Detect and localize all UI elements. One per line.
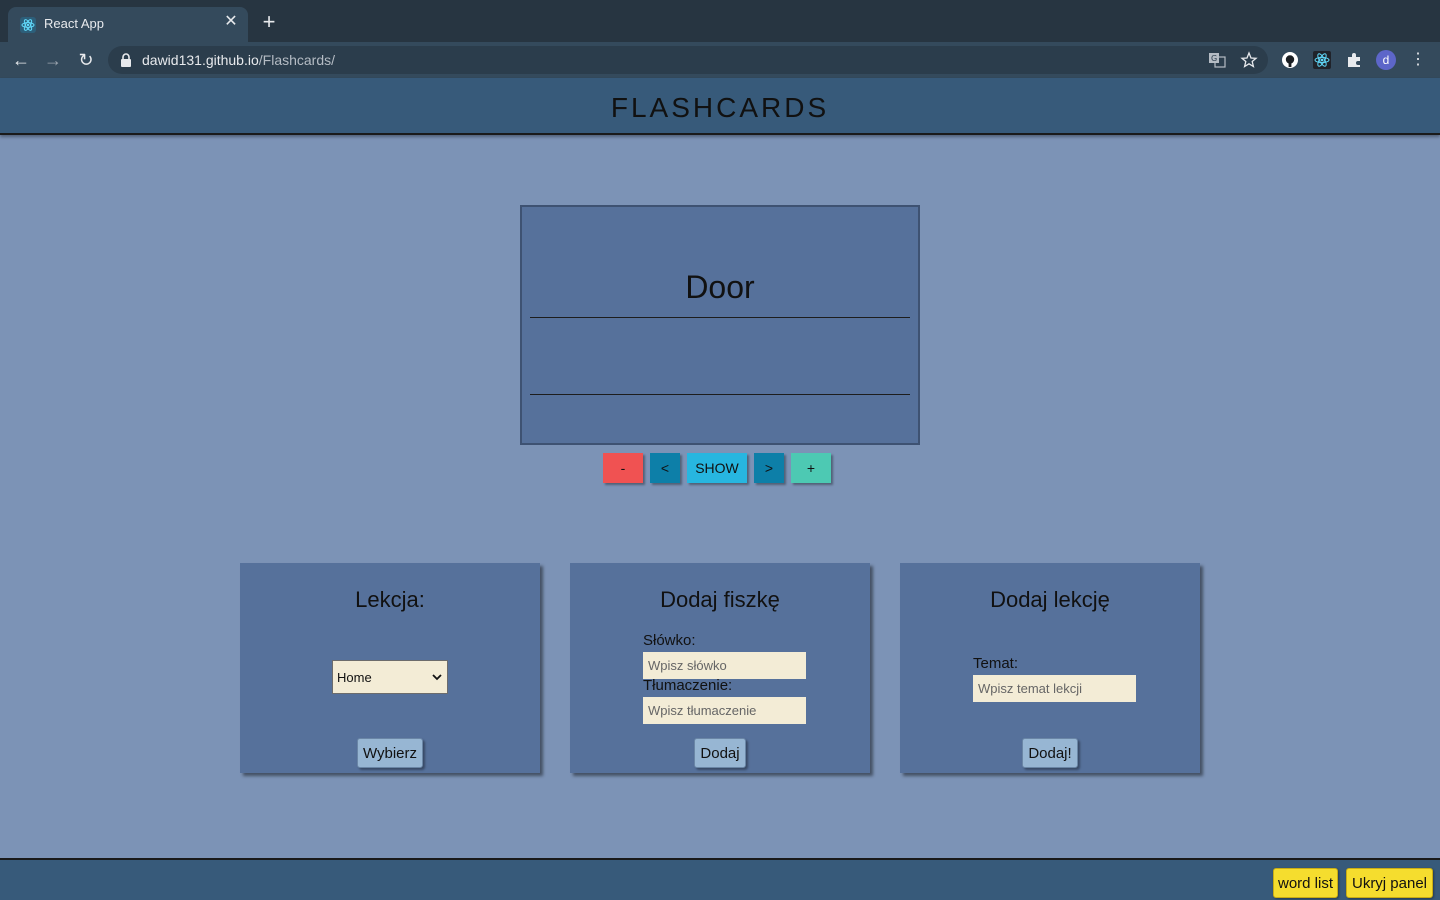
flashcard-word: Door [685, 269, 755, 305]
add-card-button[interactable]: + [791, 453, 831, 483]
add-lesson-button[interactable]: Dodaj! [1022, 738, 1078, 768]
browser-tab[interactable]: React App ✕ [8, 7, 248, 42]
lesson-select[interactable]: Home [332, 660, 448, 694]
react-icon [20, 17, 36, 33]
svg-text:G: G [1211, 54, 1217, 63]
word-input[interactable] [643, 652, 806, 679]
hide-panel-button[interactable]: Ukryj panel [1346, 868, 1433, 898]
next-card-button[interactable]: > [754, 453, 784, 483]
prev-card-button[interactable]: < [650, 453, 680, 483]
lesson-panel: Lekcja: Home Wybierz [240, 563, 540, 773]
browser-toolbar: ← → ↻ dawid131.github.io/Flashcards/ G d… [0, 42, 1440, 78]
show-button[interactable]: SHOW [687, 453, 747, 483]
translation-input[interactable] [643, 697, 806, 724]
topic-input[interactable] [973, 675, 1136, 702]
avatar[interactable]: d [1376, 50, 1396, 70]
reload-icon[interactable]: ↻ [75, 49, 97, 71]
chevron-down-icon [432, 674, 442, 681]
page-title: FLASHCARDS [610, 92, 830, 123]
tab-title: React App [44, 16, 104, 31]
close-icon[interactable]: ✕ [222, 13, 240, 31]
url-text: dawid131.github.io/Flashcards/ [142, 52, 336, 68]
lesson-panel-title: Lekcja: [355, 587, 425, 612]
add-flashcard-button[interactable]: Dodaj [694, 738, 746, 768]
star-icon[interactable] [1240, 51, 1258, 69]
divider [530, 317, 910, 318]
select-lesson-button[interactable]: Wybierz [357, 738, 423, 768]
forward-icon[interactable]: → [42, 49, 64, 71]
browser-tabstrip: React App ✕ + [0, 0, 1440, 42]
translate-icon[interactable]: G [1208, 51, 1226, 69]
extensions-icon[interactable] [1345, 51, 1363, 69]
add-card-panel-title: Dodaj fiszkę [660, 587, 780, 612]
add-lesson-panel-title: Dodaj lekcję [990, 587, 1110, 612]
github-icon[interactable] [1281, 51, 1299, 69]
app-header: FLASHCARDS [0, 78, 1440, 135]
add-lesson-panel: Dodaj lekcję Temat: Dodaj! [900, 563, 1200, 773]
translation-label: Tłumaczenie: [643, 677, 733, 694]
react-devtools-icon[interactable] [1313, 51, 1331, 69]
flashcard: Door [520, 205, 920, 445]
menu-icon[interactable]: ⋮ [1410, 50, 1426, 70]
footer-panel: word list Ukryj panel [0, 858, 1440, 900]
back-icon[interactable]: ← [10, 49, 32, 71]
word-label: Słówko: [643, 632, 696, 649]
divider [530, 394, 910, 395]
lock-icon [121, 53, 131, 67]
lesson-select-value: Home [337, 670, 372, 685]
address-bar[interactable]: dawid131.github.io/Flashcards/ G [108, 46, 1268, 74]
topic-label: Temat: [973, 655, 1019, 672]
plus-icon[interactable]: + [258, 11, 280, 34]
remove-card-button[interactable]: - [603, 453, 643, 483]
word-list-button[interactable]: word list [1273, 868, 1338, 898]
add-card-panel: Dodaj fiszkę Słówko: Tłumaczenie: Dodaj [570, 563, 870, 773]
